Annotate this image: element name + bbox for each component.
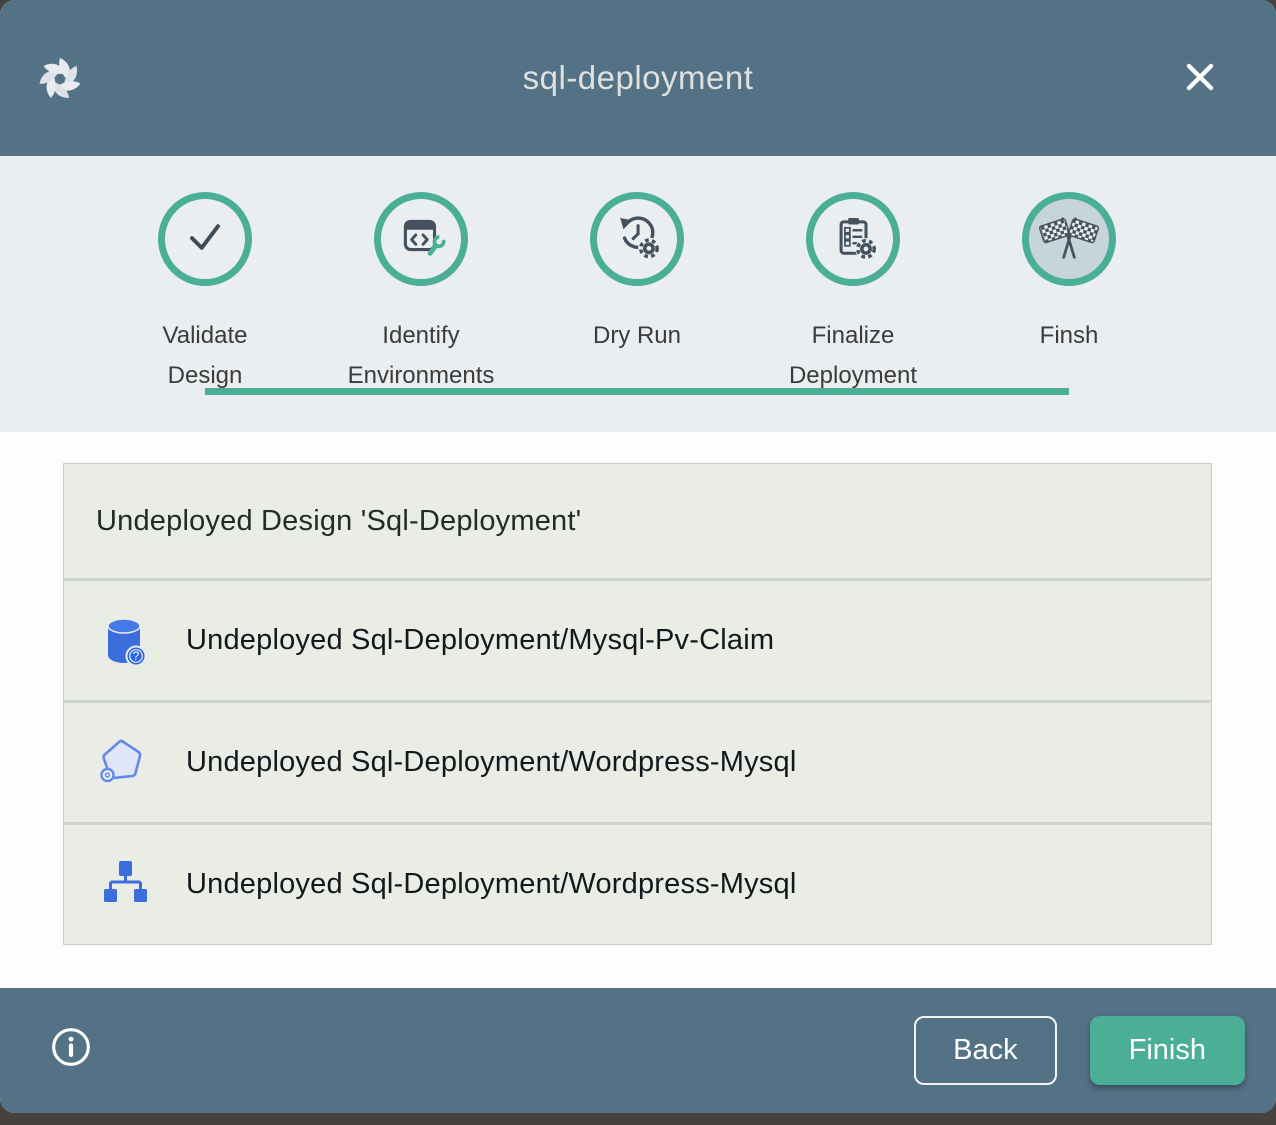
step-finalize-deployment: Finalize Deployment: [745, 156, 961, 396]
clipboard-gear-icon: [827, 211, 879, 268]
step-label: Finsh: [989, 316, 1149, 356]
back-button[interactable]: Back: [914, 1016, 1056, 1085]
info-icon: [50, 1056, 92, 1071]
list-item-text: Undeployed Design 'Sql-Deployment': [96, 505, 581, 538]
list-item-design: Undeployed Design 'Sql-Deployment': [64, 464, 1211, 578]
step-label: Dry Run: [557, 316, 717, 356]
deployment-wizard-dialog: sql-deployment Validate Design: [0, 0, 1276, 1113]
list-item-text: Undeployed Sql-Deployment/Mysql-Pv-Claim: [186, 624, 774, 657]
step-circle-identify-environments[interactable]: [374, 192, 468, 286]
step-circle-finalize-deployment[interactable]: [806, 192, 900, 286]
list-item-wordpress-mysql-pod: Undeployed Sql-Deployment/Wordpress-Mysq…: [64, 700, 1211, 822]
wizard-stepper: Validate Design: [0, 156, 1276, 432]
step-label: Finalize Deployment: [773, 316, 933, 396]
step-circle-validate-design[interactable]: [158, 192, 252, 286]
step-circle-finish[interactable]: [1022, 192, 1116, 286]
history-gear-icon: [611, 211, 663, 268]
step-validate-design: Validate Design: [97, 156, 313, 396]
pod-icon: [100, 737, 148, 789]
step-dry-run: Dry Run: [529, 156, 745, 396]
list-item-wordpress-mysql-tree: Undeployed Sql-Deployment/Wordpress-Mysq…: [64, 822, 1211, 944]
step-label: Identify Environments: [341, 316, 501, 396]
checkered-flags-icon: [1039, 212, 1099, 267]
dialog-footer: Back Finish: [0, 988, 1276, 1113]
close-icon: [1181, 58, 1219, 99]
dialog-title: sql-deployment: [0, 59, 1276, 97]
finish-button[interactable]: Finish: [1090, 1016, 1245, 1085]
step-identify-environments: Identify Environments: [313, 156, 529, 396]
list-item-text: Undeployed Sql-Deployment/Wordpress-Mysq…: [186, 746, 796, 779]
list-item-text: Undeployed Sql-Deployment/Wordpress-Mysq…: [186, 868, 796, 901]
app-logo-icon: [33, 52, 87, 106]
dialog-header: sql-deployment: [0, 0, 1276, 156]
svg-text:?: ?: [133, 649, 140, 663]
step-finish: Finsh: [961, 156, 1177, 396]
list-item-mysql-pv-claim: ? Undeployed Sql-Deployment/Mysql-Pv-Cla…: [64, 578, 1211, 700]
close-button[interactable]: [1178, 56, 1222, 100]
hierarchy-icon: [100, 859, 148, 911]
code-wrench-icon: [396, 212, 446, 267]
check-icon: [179, 211, 231, 268]
step-label: Validate Design: [125, 316, 285, 396]
database-icon: ?: [100, 615, 148, 667]
result-panel: Undeployed Design 'Sql-Deployment' ? Und…: [63, 463, 1212, 945]
deployment-result-list: Undeployed Design 'Sql-Deployment' ? Und…: [0, 432, 1276, 988]
step-circle-dry-run[interactable]: [590, 192, 684, 286]
info-button[interactable]: [50, 1026, 92, 1068]
